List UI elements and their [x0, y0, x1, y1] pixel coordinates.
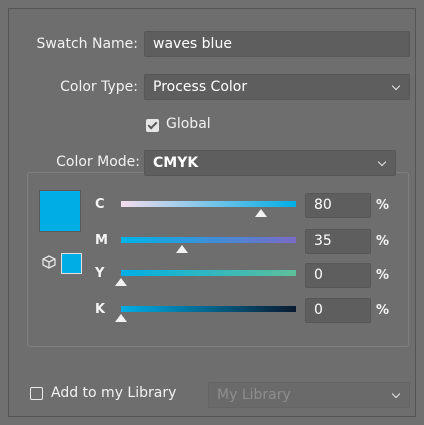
channel-c-label: C	[95, 197, 105, 212]
channel-y-slider[interactable]	[121, 270, 296, 276]
channel-y-handle[interactable]	[115, 278, 127, 286]
channel-c-unit: %	[376, 198, 390, 213]
channel-k-unit: %	[376, 303, 390, 318]
gamut-swatch[interactable]	[61, 253, 82, 274]
add-to-library-label: Add to my Library	[51, 385, 177, 401]
color-preview-swatch	[39, 190, 81, 232]
global-label: Global	[166, 116, 211, 132]
swatch-name-input[interactable]: waves blue	[144, 31, 410, 57]
channel-k-input[interactable]: 0	[305, 298, 371, 323]
channel-c-input[interactable]: 80	[305, 193, 371, 218]
channel-k-slider[interactable]	[121, 306, 296, 312]
channel-k-label: K	[95, 302, 106, 317]
channel-m-slider[interactable]	[121, 237, 296, 243]
channel-k-handle[interactable]	[115, 314, 127, 322]
channel-y-label: Y	[95, 266, 105, 281]
channel-c-handle[interactable]	[255, 209, 267, 217]
swatch-name-label: Swatch Name:	[36, 36, 138, 52]
color-type-select[interactable]: Process Color	[144, 74, 410, 100]
channel-m-input[interactable]: 35	[305, 229, 371, 254]
color-mode-label: Color Mode:	[34, 154, 144, 170]
add-to-library-checkbox[interactable]	[30, 387, 43, 400]
channel-y-unit: %	[376, 268, 390, 283]
cube-icon[interactable]	[42, 255, 56, 269]
global-checkbox[interactable]	[146, 119, 159, 132]
library-select[interactable]: My Library	[208, 382, 410, 408]
channel-y-input[interactable]: 0	[305, 263, 371, 288]
channel-m-label: M	[95, 233, 108, 248]
channel-m-unit: %	[376, 234, 390, 249]
channel-c-slider[interactable]	[121, 201, 296, 207]
color-type-label: Color Type:	[60, 79, 138, 95]
color-mode-select[interactable]: CMYK	[144, 150, 396, 176]
channel-m-handle[interactable]	[176, 245, 189, 253]
